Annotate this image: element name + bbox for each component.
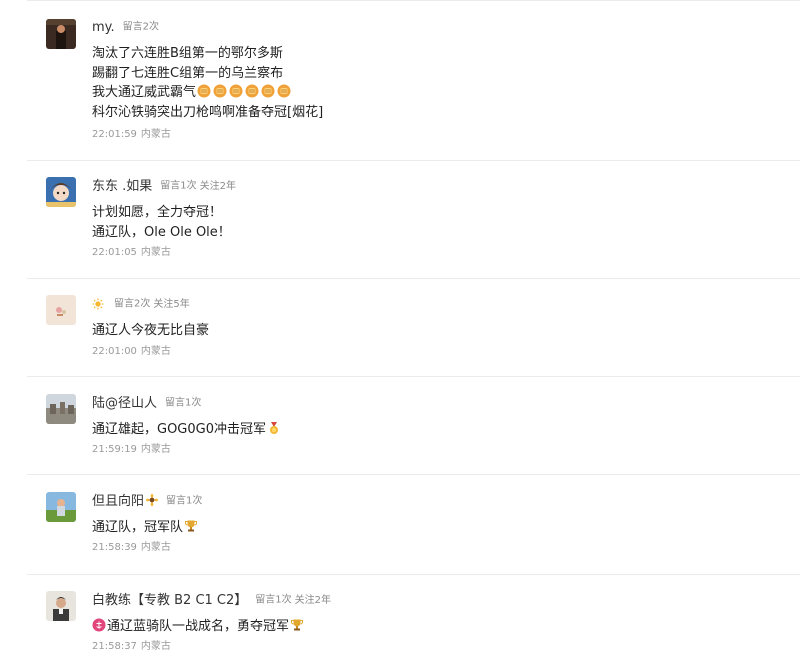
gold-medal-emoji-icon: [267, 421, 281, 435]
comment-line: 通辽队，Ole Ole Ole！: [92, 224, 231, 240]
follow-duration-stat: 关注2年: [199, 180, 237, 192]
divider: [27, 0, 800, 1]
fist-emoji-icon: [245, 84, 259, 98]
comment-line-text: 通辽队，冠军队: [92, 520, 184, 535]
comment-location: 内蒙古: [140, 641, 171, 652]
comment-item: 陆@径山人 留言1次 通辽雄起，GOG0G0冲击冠军 21:59:19 内蒙古: [0, 376, 800, 474]
nickname[interactable]: 但且向阳: [92, 493, 159, 509]
fist-emoji-icon: [229, 84, 243, 98]
comment-line-with-emoji: 通辽蓝骑队一战成名，勇夺冠军: [92, 617, 305, 637]
comment-list: my. 留言2次 淘汰了六连胜B组第一的鄂尔多斯 踢翻了七连胜C组第一的乌兰察布 …: [0, 0, 800, 670]
comment-meta: 但且向阳 留言1次: [92, 492, 202, 511]
comment-count-stat: 留言1次: [166, 495, 203, 507]
comment-line-text: 我大通辽威武霸气: [92, 85, 197, 100]
nickname[interactable]: 陆@径山人: [92, 396, 157, 411]
divider: [27, 574, 800, 575]
comment-text: 计划如愿，全力夺冠！ 通辽队，Ole Ole Ole！: [92, 203, 231, 242]
comment-footer: 22:01:00 内蒙古: [92, 345, 171, 359]
congrats-badge-icon: [92, 618, 106, 632]
comment-text: 通辽队，冠军队: [92, 518, 199, 538]
nickname[interactable]: 东东 .如果: [92, 179, 152, 194]
comment-footer: 21:58:37 内蒙古: [92, 640, 171, 654]
follow-duration-stat: 关注5年: [153, 298, 190, 310]
fist-emoji-icon: [197, 84, 211, 98]
comment-location: 内蒙古: [140, 444, 171, 455]
sunflower-emoji-icon: [146, 493, 159, 506]
trophy-emoji-icon: [184, 519, 198, 533]
comment-meta: 陆@径山人 留言1次: [92, 394, 201, 413]
fist-emoji-icon: [277, 84, 291, 98]
fist-emoji-icon: [213, 84, 227, 98]
comment-time: 22:01:05: [92, 247, 137, 258]
comment-count-stat: 留言1次: [255, 594, 292, 606]
comment-location: 内蒙古: [140, 346, 171, 357]
comment-item: 白教练【专教 B2 C1 C2】 留言1次 关注2年 通辽蓝骑队一战成名，勇夺冠军 …: [0, 574, 800, 670]
comment-line: 踢翻了七连胜C组第一的乌兰察布: [92, 65, 284, 81]
divider: [27, 160, 800, 161]
comment-time: 22:01:59: [92, 129, 137, 140]
comment-line-text: 通辽蓝骑队一战成名，勇夺冠军: [107, 619, 290, 634]
comment-footer: 21:59:19 内蒙古: [92, 443, 171, 457]
comment-text: 通辽蓝骑队一战成名，勇夺冠军: [92, 617, 305, 637]
comment-meta: 留言2次 关注5年: [92, 295, 190, 314]
comment-line-text: 通辽雄起，GOG0G0冲击冠军: [92, 422, 266, 437]
divider: [27, 474, 800, 475]
comment-text: 通辽人今夜无比自豪: [92, 321, 209, 341]
nickname[interactable]: 白教练【专教 B2 C1 C2】: [92, 593, 247, 608]
comment-line: 计划如愿，全力夺冠！: [92, 205, 223, 220]
nickname[interactable]: my.: [92, 20, 115, 35]
fist-emoji-icon: [261, 84, 275, 98]
comment-text: 淘汰了六连胜B组第一的鄂尔多斯 踢翻了七连胜C组第一的乌兰察布 我大通辽威武霸气…: [92, 44, 323, 122]
comment-time: 21:58:37: [92, 641, 137, 652]
nickname-text: 但且向阳: [92, 493, 145, 509]
comment-meta: my. 留言2次: [92, 18, 159, 37]
comment-item: my. 留言2次 淘汰了六连胜B组第一的鄂尔多斯 踢翻了七连胜C组第一的乌兰察布 …: [0, 0, 800, 160]
comment-count-stat: 留言1次: [165, 397, 202, 409]
sun-emoji-icon: [92, 298, 104, 310]
comment-count-stat: 留言2次: [114, 298, 151, 310]
comment-line: 淘汰了六连胜B组第一的鄂尔多斯: [92, 46, 283, 61]
comment-footer: 22:01:59 内蒙古: [92, 128, 171, 142]
comment-location: 内蒙古: [140, 247, 171, 258]
comment-line-with-emoji: 通辽雄起，GOG0G0冲击冠军: [92, 420, 282, 440]
comment-time: 21:58:39: [92, 542, 137, 553]
comment-location: 内蒙古: [140, 542, 171, 553]
comment-footer: 21:58:39 内蒙古: [92, 541, 171, 555]
avatar[interactable]: [46, 177, 76, 207]
avatar[interactable]: [46, 394, 76, 424]
trophy-emoji-icon: [290, 618, 304, 632]
comment-meta: 东东 .如果 留言1次 关注2年: [92, 177, 236, 196]
comment-line-with-emoji: 通辽队，冠军队: [92, 518, 199, 538]
comment-item: 东东 .如果 留言1次 关注2年 计划如愿，全力夺冠！ 通辽队，Ole Ole Ol…: [0, 160, 800, 278]
divider: [27, 376, 800, 377]
avatar[interactable]: [46, 19, 76, 49]
divider: [27, 278, 800, 279]
comment-count-stat: 留言1次: [160, 180, 197, 192]
comment-line: 通辽人今夜无比自豪: [92, 323, 210, 338]
comment-text: 通辽雄起，GOG0G0冲击冠军: [92, 420, 282, 440]
comment-line-with-emoji: 我大通辽威武霸气: [92, 83, 323, 103]
comment-time: 22:01:00: [92, 346, 137, 357]
comment-meta: 白教练【专教 B2 C1 C2】 留言1次 关注2年: [92, 591, 331, 610]
comment-time: 21:59:19: [92, 444, 137, 455]
avatar[interactable]: [46, 295, 76, 325]
avatar[interactable]: [46, 591, 76, 621]
comment-count-stat: 留言2次: [122, 21, 160, 33]
comment-footer: 22:01:05 内蒙古: [92, 246, 171, 260]
avatar[interactable]: [46, 492, 76, 522]
follow-duration-stat: 关注2年: [294, 594, 332, 606]
comment-item: 但且向阳 留言1次 通辽队，冠军队 21:58:39 内蒙古: [0, 474, 800, 574]
comment-line: 科尔沁铁骑突出刀枪鸣啊准备夺冠[烟花]: [92, 104, 324, 120]
comment-item: 留言2次 关注5年 通辽人今夜无比自豪 22:01:00 内蒙古: [0, 278, 800, 376]
comment-location: 内蒙古: [140, 129, 171, 140]
